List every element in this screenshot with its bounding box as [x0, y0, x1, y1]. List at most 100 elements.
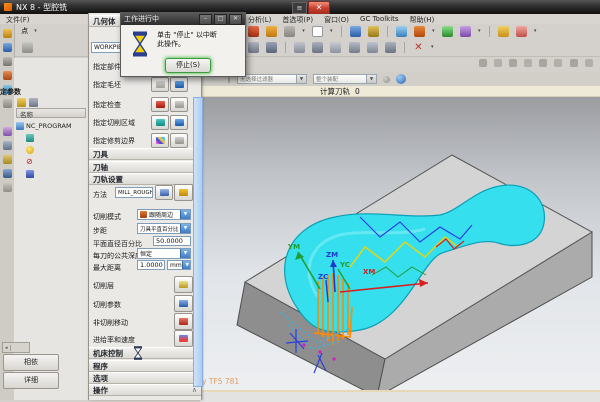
toolbar-icon[interactable]	[284, 26, 295, 37]
toolbar-icon[interactable]	[524, 59, 532, 67]
display-trim-button[interactable]	[170, 133, 188, 148]
resource-icon[interactable]	[3, 155, 12, 164]
specify-blank-button[interactable]	[151, 77, 169, 92]
toolbar-icon[interactable]	[442, 26, 453, 37]
chevron-down-icon[interactable]: ▼	[296, 75, 306, 83]
resource-icon[interactable]	[3, 141, 12, 150]
resource-icon[interactable]	[3, 71, 12, 80]
chevron-down-icon[interactable]: ▼	[182, 261, 191, 269]
point-dropdown-icon[interactable]: ▾	[34, 28, 37, 34]
toolbar-icon[interactable]	[460, 26, 471, 37]
section-options[interactable]: 选项 ∨	[89, 372, 201, 384]
details-button[interactable]: 详细	[3, 372, 59, 389]
toolbar-icon[interactable]	[539, 59, 547, 67]
toolbar-icon[interactable]	[312, 42, 323, 53]
toolbar-icon[interactable]	[350, 26, 361, 37]
specify-trim-button[interactable]	[151, 133, 169, 148]
dialog-scrollbar[interactable]	[193, 97, 203, 387]
toolbar-icon[interactable]	[509, 59, 517, 67]
toolbar-icon[interactable]	[498, 26, 509, 37]
selection-filter-combo[interactable]: 无选择过滤器 ▼	[237, 74, 307, 84]
resource-icon[interactable]	[3, 29, 12, 38]
navigator-item[interactable]: ⊘	[16, 156, 86, 167]
resource-icon[interactable]	[3, 57, 12, 66]
cutting-parameters-button[interactable]	[174, 295, 193, 312]
toolbar-icon[interactable]	[266, 42, 277, 53]
stepover-combo[interactable]: 刀具平直百分比 ▼	[137, 223, 191, 234]
resource-icon[interactable]	[3, 127, 12, 136]
resource-icon[interactable]	[3, 169, 12, 178]
non-cutting-moves-button[interactable]	[174, 313, 193, 330]
toolbar-icon[interactable]	[585, 59, 593, 67]
section-actions[interactable]: 操作 ∧	[89, 384, 201, 396]
toolbar-dropdown-icon[interactable]: ▾	[330, 28, 333, 34]
toolbar-icon[interactable]	[494, 59, 502, 67]
graphics-viewport[interactable]: YM YC ZM ZC XM y TF5 781	[200, 97, 600, 390]
delete-x-icon[interactable]: ✕	[413, 42, 424, 53]
sphere-view-icon[interactable]	[396, 74, 406, 84]
max-distance-field[interactable]: 1.0000	[137, 260, 165, 270]
toolbar-dropdown-icon[interactable]: ▾	[431, 44, 434, 50]
display-check-button[interactable]	[170, 97, 188, 112]
toolbar-icon[interactable]	[479, 59, 487, 67]
edit-pencil-icon[interactable]	[17, 98, 26, 107]
display-blank-button[interactable]	[170, 77, 188, 92]
percent-flat-field[interactable]: 50.0000	[153, 236, 191, 246]
max-distance-unit-combo[interactable]: mm ▼	[167, 260, 191, 270]
depth-per-cut-combo[interactable]: 恒定 ▼	[137, 248, 191, 259]
navigator-tool-icon[interactable]	[29, 98, 38, 107]
cut-levels-button[interactable]	[174, 276, 193, 293]
toolbar-dropdown-icon[interactable]: ▾	[478, 28, 481, 34]
chevron-down-icon[interactable]: ▼	[366, 75, 376, 83]
navigator-item[interactable]	[16, 144, 86, 155]
dependencies-button[interactable]: 相依	[3, 354, 59, 371]
stop-button[interactable]: 停止(S)	[165, 58, 211, 73]
feeds-speeds-button[interactable]	[174, 330, 193, 347]
toolbar-icon[interactable]	[312, 26, 323, 37]
toolbar-icon[interactable]	[367, 42, 378, 53]
toolbar-dropdown-icon[interactable]: ▾	[534, 28, 537, 34]
toolbar-icon[interactable]	[554, 59, 562, 67]
toolbar-icon[interactable]	[368, 26, 379, 37]
toolbar-icon[interactable]	[266, 26, 277, 37]
toolbar-dropdown-icon[interactable]: ▾	[432, 28, 435, 34]
point-tool-label[interactable]: 点	[21, 27, 28, 35]
toolbar-icon[interactable]	[414, 26, 425, 37]
toolbar-icon[interactable]	[294, 42, 305, 53]
snap-point-icon[interactable]	[383, 76, 390, 83]
resource-icon[interactable]	[3, 183, 12, 192]
wrench-button[interactable]	[174, 184, 193, 201]
navigator-item[interactable]	[16, 168, 86, 179]
edit-method-button[interactable]	[155, 185, 173, 200]
specify-cut-area-button[interactable]	[151, 115, 169, 130]
window-close-button[interactable]: ✕	[308, 1, 330, 15]
cut-pattern-combo[interactable]: 跟随周边 ▼	[137, 209, 191, 220]
minimize-icon[interactable]: –	[199, 14, 212, 25]
toolbar-icon[interactable]	[516, 26, 527, 37]
chevron-down-icon[interactable]: ▼	[180, 224, 190, 233]
navigator-item[interactable]	[16, 132, 86, 143]
window-menu-icon[interactable]: ≡	[292, 2, 307, 14]
toolbar-icon[interactable]	[248, 42, 259, 53]
navigator-item-nc-program[interactable]: NC_PROGRAM	[16, 120, 86, 131]
toolbar-icon[interactable]	[22, 42, 33, 53]
toolbar-icon[interactable]	[570, 59, 578, 67]
toolbar-icon[interactable]	[330, 42, 341, 53]
resource-icon[interactable]	[3, 99, 12, 108]
resource-icon[interactable]	[3, 113, 12, 122]
chevron-up-icon[interactable]: ∧	[192, 386, 197, 394]
selection-scope-combo[interactable]: 整个装配 ▼	[313, 74, 377, 84]
toolbar-icon[interactable]	[385, 42, 396, 53]
resource-icon[interactable]	[3, 43, 12, 52]
scroll-left-icon[interactable]: ◂	[3, 345, 11, 351]
section-program[interactable]: 程序 ∨	[89, 360, 201, 372]
specify-check-button[interactable]	[151, 97, 169, 112]
section-machine-control[interactable]: 机床控制 ∨	[89, 347, 201, 359]
method-combo[interactable]: MILL_ROUGH ▼	[115, 187, 153, 198]
display-cut-area-button[interactable]	[170, 115, 188, 130]
toolbar-dropdown-icon[interactable]: ▾	[302, 28, 305, 34]
chevron-down-icon[interactable]: ▼	[180, 249, 190, 258]
toolbar-icon[interactable]	[349, 42, 360, 53]
maximize-icon[interactable]: □	[214, 14, 227, 25]
progress-title-bar[interactable]: 工作进行中 – □ ✕	[121, 13, 245, 25]
